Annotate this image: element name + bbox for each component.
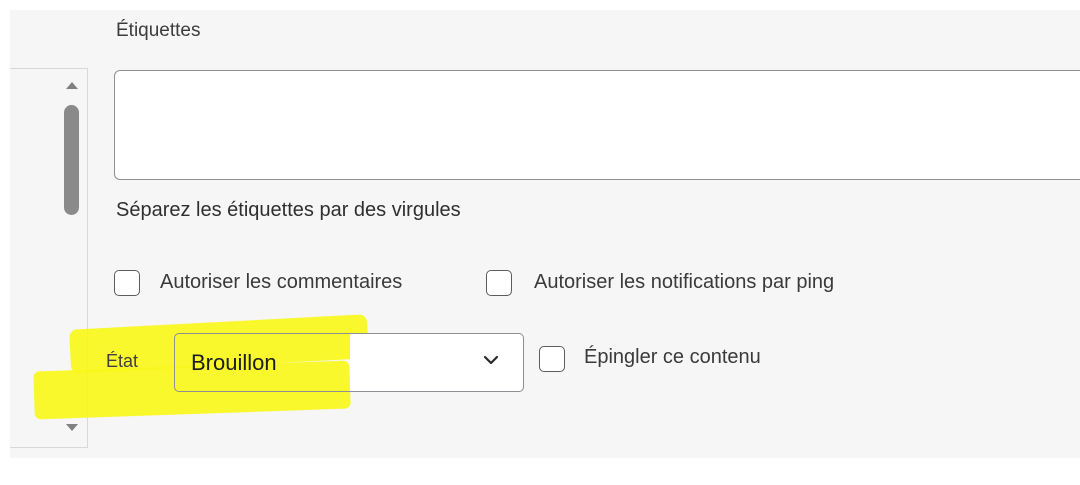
- tags-hint: Séparez les étiquettes par des virgules: [116, 199, 461, 221]
- page-background: [0, 458, 1080, 485]
- tags-label: Étiquettes: [116, 20, 201, 41]
- allow-comments-checkbox[interactable]: [114, 270, 140, 296]
- scroll-up-arrow-icon[interactable]: [66, 82, 78, 89]
- status-select-value: Brouillon: [191, 350, 277, 375]
- tags-input[interactable]: [114, 70, 1080, 180]
- status-label: État: [106, 351, 139, 371]
- allow-pings-checkbox[interactable]: [486, 270, 512, 296]
- scroll-down-arrow-icon[interactable]: [66, 424, 78, 431]
- allow-pings-label[interactable]: Autoriser les notifications par ping: [534, 271, 834, 294]
- chevron-down-icon: [483, 355, 499, 365]
- scrollbar-thumb[interactable]: [64, 105, 79, 215]
- allow-comments-label[interactable]: Autoriser les commentaires: [160, 271, 402, 294]
- pin-content-label[interactable]: Épingler ce contenu: [584, 346, 761, 369]
- pin-content-checkbox[interactable]: [539, 346, 565, 372]
